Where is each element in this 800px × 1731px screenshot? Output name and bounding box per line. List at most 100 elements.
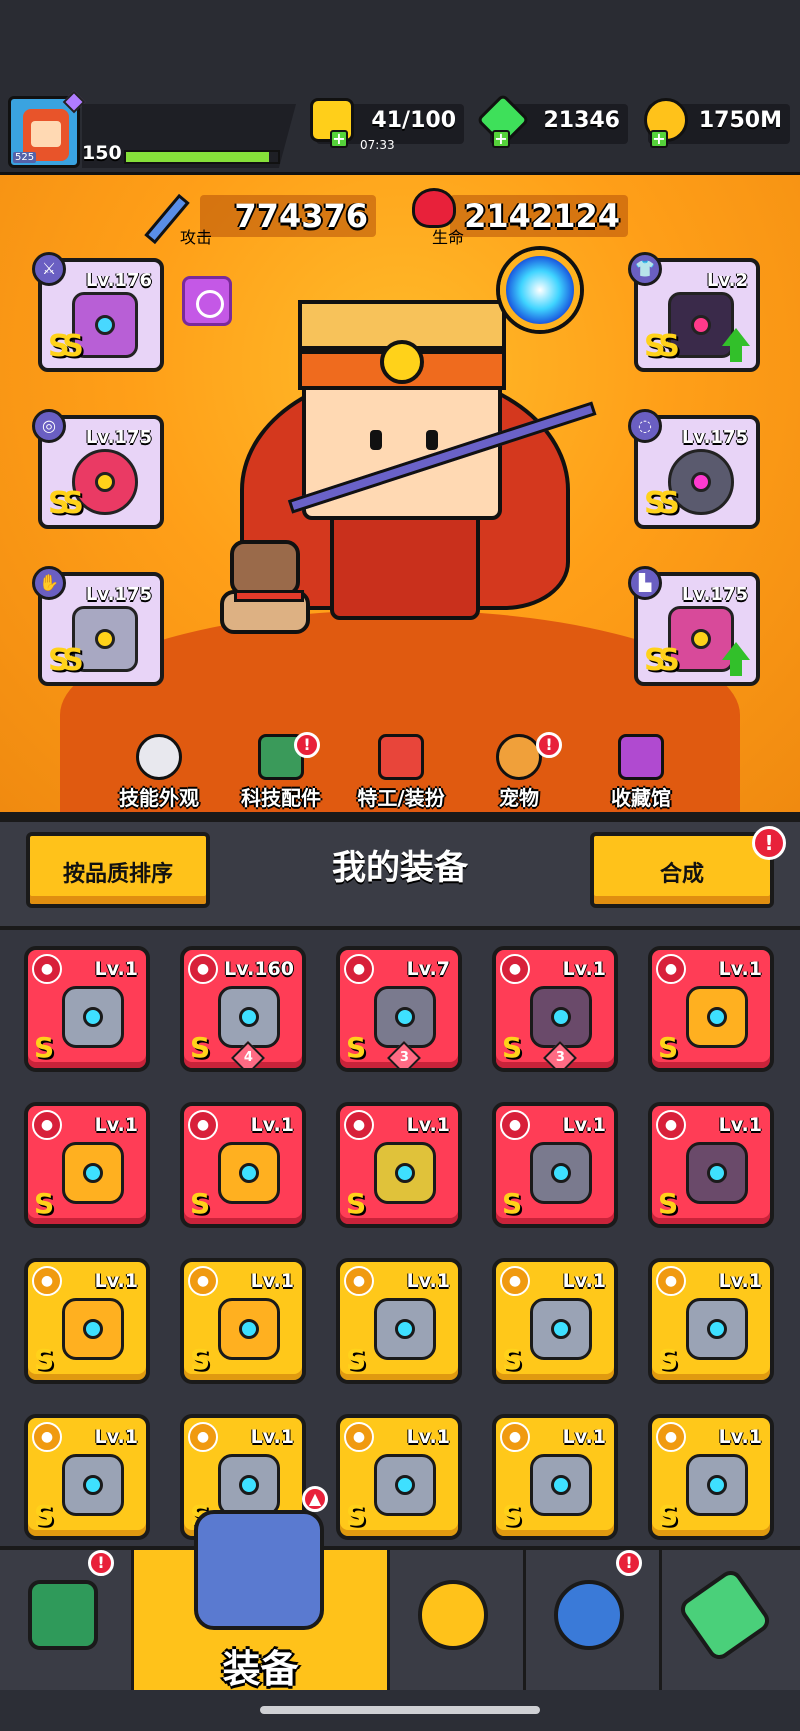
dna-icon [676, 1566, 774, 1664]
item-level: Lv.1 [718, 958, 762, 980]
nav-tab-battle[interactable] [390, 1550, 526, 1690]
inventory-item[interactable]: ● Lv.1 S [24, 946, 150, 1072]
inventory-item[interactable]: ● Lv.160 S 4 [180, 946, 306, 1072]
menu-skill-skin[interactable]: 技能外观 [104, 722, 214, 814]
equipment-icon [194, 1510, 324, 1630]
inventory-item[interactable]: ● Lv.1 S 3 [492, 946, 618, 1072]
item-type-icon: ● [500, 1266, 530, 1296]
inventory-item[interactable]: ● Lv.1 S [180, 1102, 306, 1228]
weapon-icon [62, 1298, 124, 1360]
gold-plus-button[interactable]: + [650, 130, 668, 148]
menu-label: 收藏馆 [611, 786, 671, 810]
inventory-item[interactable]: ● Lv.1 S [336, 1258, 462, 1384]
item-grade: S [346, 1499, 367, 1532]
menu-tech-parts[interactable]: 科技配件 [226, 722, 336, 814]
item-grade: S [502, 1343, 523, 1376]
item-level: Lv.1 [250, 1426, 294, 1448]
item-level: Lv.1 [562, 1270, 606, 1292]
staff-orb-icon [500, 250, 580, 330]
item-type-icon: ● [500, 1110, 530, 1140]
hero-body [330, 510, 480, 620]
alert-badge: ! [752, 826, 786, 860]
item-level: Lv.1 [718, 1114, 762, 1136]
boots-icon [686, 1142, 748, 1204]
nav-tab-explore[interactable] [526, 1550, 662, 1690]
equip-grade: SS [644, 643, 680, 678]
heart-icon [412, 188, 456, 228]
item-grade: S [190, 1187, 211, 1220]
agent-head-icon [378, 734, 424, 780]
item-type-icon: ● [32, 1422, 62, 1452]
home-indicator [260, 1706, 540, 1714]
weapon-icon [62, 1142, 124, 1204]
item-level: Lv.1 [562, 958, 606, 980]
nav-tab-shop[interactable] [0, 1550, 134, 1690]
item-level: Lv.1 [406, 1270, 450, 1292]
item-grade: S [502, 1499, 523, 1532]
item-type-icon: ● [32, 954, 62, 984]
item-type-icon: ● [188, 1110, 218, 1140]
pet-dog [210, 530, 320, 640]
equip-level: Lv.2 [706, 270, 748, 291]
menu-agent-outfit[interactable]: 特工/装扮 [346, 722, 456, 814]
item-type-icon: ● [344, 1110, 374, 1140]
inventory-item[interactable]: ● Lv.1 S [648, 1102, 774, 1228]
energy-plus-button[interactable]: + [330, 130, 348, 148]
alert-badge: ! [616, 1550, 642, 1576]
attack-stat: 774376 [200, 195, 376, 237]
item-type-icon: ● [344, 1266, 374, 1296]
item-type-icon: ● [500, 1422, 530, 1452]
item-type-icon: ● [656, 1110, 686, 1140]
item-grade: S [346, 1343, 367, 1376]
inventory-item[interactable]: ● Lv.1 S [492, 1102, 618, 1228]
armor-icon [62, 986, 124, 1048]
item-count: 3 [399, 1050, 409, 1066]
necklace-icon [374, 1142, 436, 1204]
nav-tab-equipment[interactable]: 装备 [134, 1510, 390, 1691]
inventory-item[interactable]: ● Lv.1 S [336, 1414, 462, 1540]
inventory-item[interactable]: ● Lv.1 S [492, 1258, 618, 1384]
item-type-icon: ● [188, 1266, 218, 1296]
belt-icon [374, 986, 436, 1048]
armor-icon [686, 1454, 748, 1516]
inventory-item[interactable]: ● Lv.1 S [24, 1102, 150, 1228]
item-grade: S [34, 1343, 55, 1376]
menu-label: 宠物 [499, 786, 539, 810]
hero-headband-gem [380, 340, 424, 384]
item-type-icon: ● [500, 954, 530, 984]
inventory-item[interactable]: ● Lv.1 S [24, 1258, 150, 1384]
menu-label: 科技配件 [241, 786, 321, 810]
item-type-icon: ● [344, 1422, 374, 1452]
item-count: 3 [555, 1050, 565, 1066]
item-grade: S [346, 1187, 367, 1220]
item-type-icon: ● [188, 954, 218, 984]
merge-button[interactable]: 合成 [590, 832, 774, 908]
necklace-icon [72, 449, 138, 515]
equip-level: Lv.175 [85, 584, 152, 605]
inventory-item[interactable]: ● Lv.7 S 3 [336, 946, 462, 1072]
inventory-item[interactable]: ● Lv.1 S [648, 946, 774, 1072]
target-button[interactable] [182, 276, 232, 326]
sort-by-quality-button[interactable]: 按品质排序 [26, 832, 210, 908]
inventory-item[interactable]: ● Lv.1 S [648, 1258, 774, 1384]
gem-plus-button[interactable]: + [492, 130, 510, 148]
armor-icon [218, 986, 280, 1048]
item-grade: S [658, 1187, 679, 1220]
divider [0, 812, 800, 822]
armor-icon [374, 1454, 436, 1516]
equip-grade: SS [48, 643, 84, 678]
inventory-item[interactable]: ● Lv.1 S [492, 1414, 618, 1540]
equipment-title: 我的装备 [332, 848, 468, 888]
nav-tab-lab[interactable] [662, 1550, 800, 1690]
item-level: Lv.1 [250, 1114, 294, 1136]
alert-badge: ! [88, 1550, 114, 1576]
inventory-item[interactable]: ● Lv.1 S [648, 1414, 774, 1540]
alert-badge: ! [536, 732, 562, 758]
item-level: Lv.7 [406, 958, 450, 980]
glove-icon [72, 606, 138, 672]
planet-icon [554, 1580, 624, 1650]
menu-collection[interactable]: 收藏馆 [586, 722, 696, 814]
inventory-item[interactable]: ● Lv.1 S [336, 1102, 462, 1228]
inventory-item[interactable]: ● Lv.1 S [24, 1414, 150, 1540]
inventory-item[interactable]: ● Lv.1 S [180, 1258, 306, 1384]
